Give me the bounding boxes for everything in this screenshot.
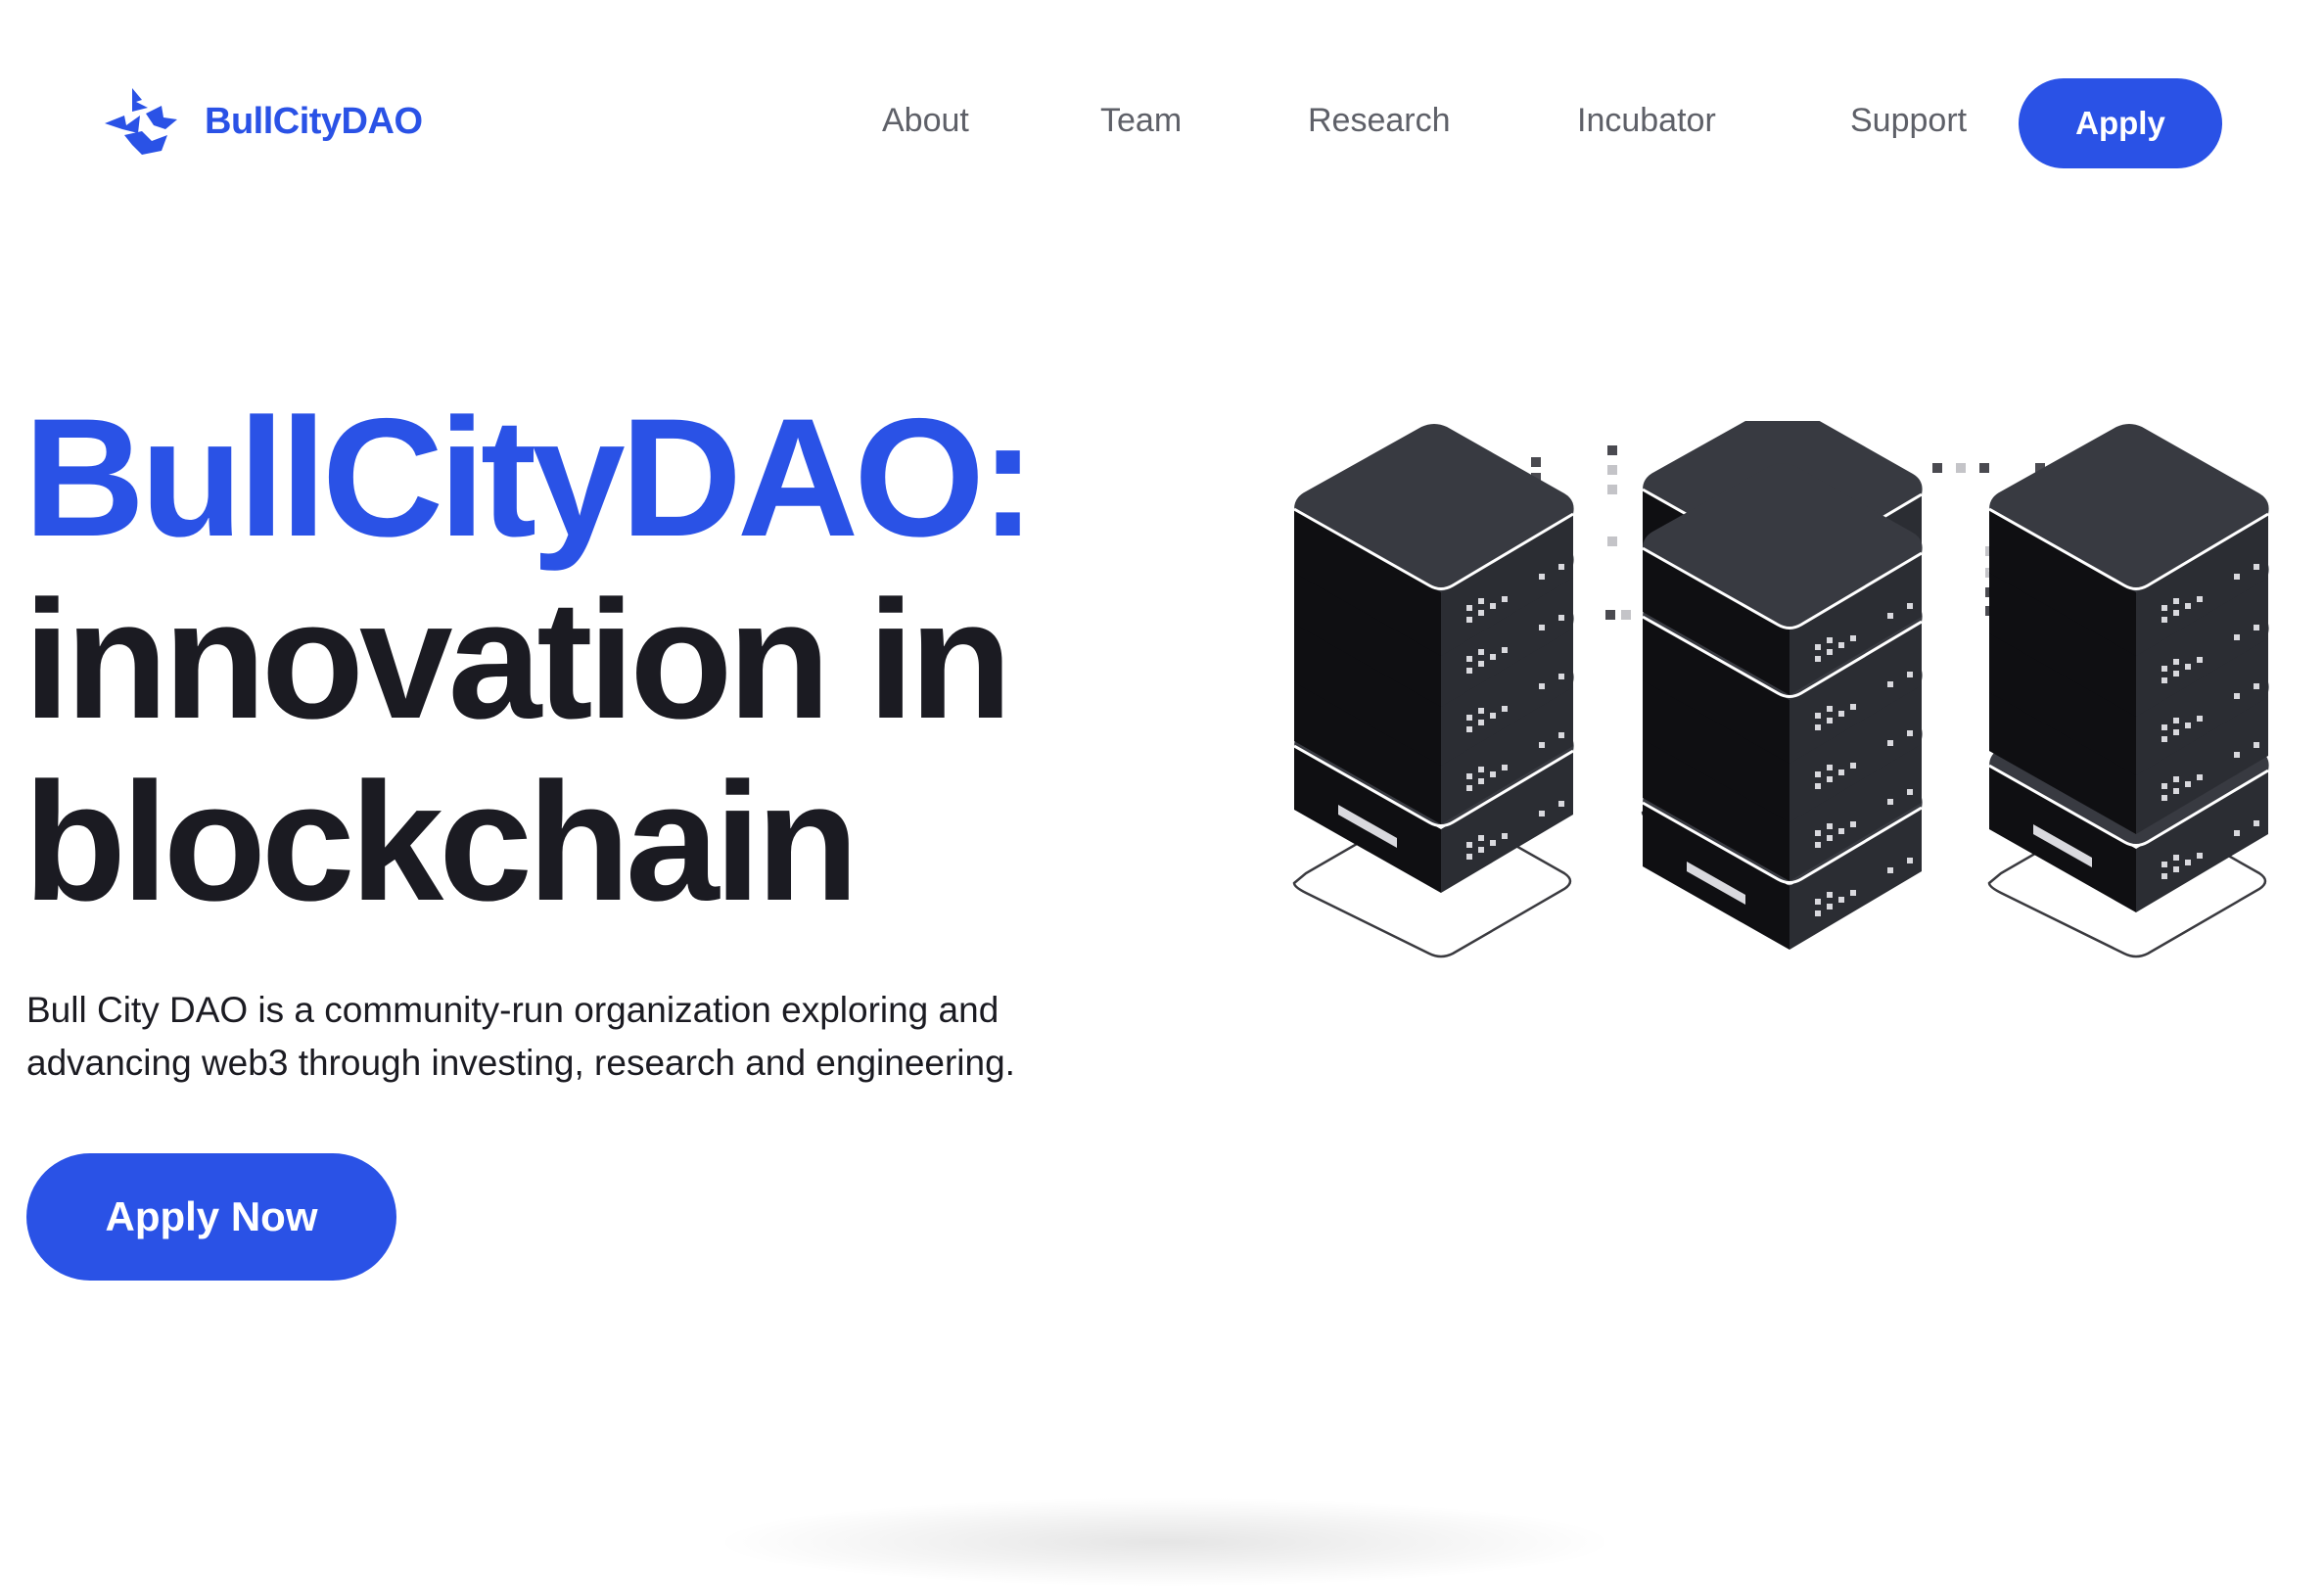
apply-now-button[interactable]: Apply Now	[26, 1153, 396, 1281]
site-header: BullCityDAO About Team Research Incubato…	[0, 0, 2324, 245]
nav-link-about[interactable]: About	[882, 102, 969, 140]
apply-button[interactable]: Apply	[2019, 78, 2222, 168]
hero-title: BullCityDAO: innovation in blockchain	[23, 384, 1036, 936]
hero-title-line-3: blockchain	[23, 748, 859, 936]
nav-link-research[interactable]: Research	[1308, 102, 1451, 140]
bull-logo-icon	[105, 88, 177, 155]
hero-description: Bull City DAO is a community-run organiz…	[26, 990, 1015, 1083]
nav-link-incubator[interactable]: Incubator	[1577, 102, 1716, 140]
hero-title-line-2: innovation in	[23, 566, 1012, 754]
brand-link[interactable]: BullCityDAO	[103, 86, 423, 157]
hero-title-brand: BullCityDAO:	[23, 384, 1036, 572]
nav-link-team[interactable]: Team	[1100, 102, 1182, 140]
section-shadow	[724, 1498, 1605, 1586]
nav-link-support[interactable]: Support	[1850, 102, 1967, 140]
server-racks-illustration	[1292, 421, 2271, 958]
brand-name: BullCityDAO	[205, 100, 423, 142]
